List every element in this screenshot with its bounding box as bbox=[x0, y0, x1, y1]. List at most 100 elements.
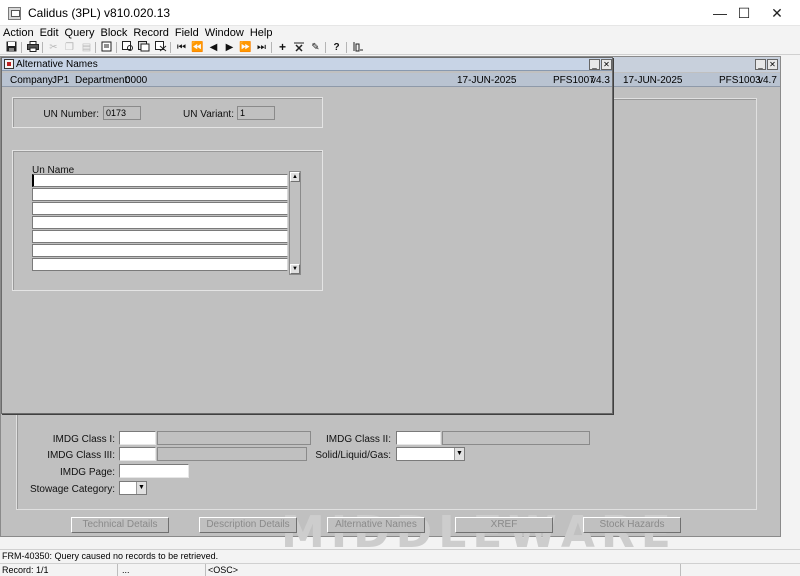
minimize-icon[interactable]: _ bbox=[755, 59, 766, 70]
solid-liquid-gas-select[interactable]: ▼ bbox=[396, 447, 465, 461]
toolbar-separator bbox=[170, 42, 171, 53]
minimize-icon[interactable]: _ bbox=[589, 59, 600, 70]
stock-hazards-button[interactable]: Stock Hazards bbox=[583, 517, 681, 533]
record-indicator: ... bbox=[118, 564, 206, 576]
menu-field[interactable]: Field bbox=[172, 26, 202, 40]
company-value: JP1 bbox=[52, 75, 70, 86]
delete-record-icon[interactable] bbox=[292, 41, 305, 54]
menu-help[interactable]: Help bbox=[247, 26, 276, 40]
department-label: Department: bbox=[75, 75, 131, 86]
department-value: 0000 bbox=[125, 75, 148, 86]
un-name-row[interactable] bbox=[32, 216, 288, 229]
previous-record-icon[interactable]: ◀ bbox=[207, 41, 220, 54]
close-icon[interactable]: ✕ bbox=[601, 59, 612, 70]
previous-block-icon[interactable]: ⏪ bbox=[191, 41, 204, 54]
form-date: 17-JUN-2025 bbox=[457, 75, 517, 86]
menu-edit[interactable]: Edit bbox=[37, 26, 62, 40]
xref-button[interactable]: XREF bbox=[455, 517, 553, 533]
un-number-label: UN Number: bbox=[43, 109, 99, 120]
app-icon bbox=[8, 7, 21, 20]
imdg-page-label: IMDG Page: bbox=[59, 467, 115, 478]
imdg-class-2-description bbox=[442, 431, 590, 445]
dialog-titlebar: Alternative Names _ ✕ bbox=[2, 58, 612, 71]
scroll-down-icon[interactable]: ▼ bbox=[290, 264, 300, 274]
un-name-row[interactable] bbox=[32, 202, 288, 215]
close-icon[interactable]: ✕ bbox=[754, 0, 800, 26]
window-titlebar: Calidus (3PL) v810.020.13 — ☐ ✕ bbox=[0, 0, 800, 26]
dialog-title: Alternative Names bbox=[16, 59, 98, 70]
record-count: Record: 1/1 bbox=[0, 564, 118, 576]
paste-icon[interactable]: ▤ bbox=[80, 41, 93, 54]
form-version: v4.3 bbox=[591, 75, 610, 86]
imdg-page-field[interactable] bbox=[119, 464, 189, 478]
toolbar-separator bbox=[95, 42, 96, 53]
menu-bar: Action Edit Query Block Record Field Win… bbox=[0, 26, 800, 40]
toolbar-separator bbox=[325, 42, 326, 53]
close-icon[interactable]: ✕ bbox=[767, 59, 778, 70]
save-icon[interactable] bbox=[5, 41, 18, 54]
imdg-class-3-field[interactable] bbox=[119, 447, 156, 461]
record-bar: Record: 1/1 ... <OSC> bbox=[0, 563, 800, 576]
un-variant-label: UN Variant: bbox=[183, 109, 234, 120]
keys-icon[interactable] bbox=[351, 41, 364, 54]
status-message: FRM-40350: Query caused no records to be… bbox=[0, 549, 800, 562]
next-block-icon[interactable]: ⏩ bbox=[239, 41, 252, 54]
menu-window[interactable]: Window bbox=[202, 26, 247, 40]
un-name-row[interactable] bbox=[32, 230, 288, 243]
imdg-class-3-label: IMDG Class III: bbox=[47, 450, 115, 461]
imdg-class-3-description bbox=[157, 447, 307, 461]
help-icon[interactable]: ? bbox=[330, 41, 343, 54]
imdg-class-1-description bbox=[157, 431, 311, 445]
print-icon[interactable] bbox=[26, 41, 39, 54]
description-details-button[interactable]: Description Details bbox=[199, 517, 297, 533]
menu-block[interactable]: Block bbox=[98, 26, 131, 40]
solid-liquid-gas-label: Solid/Liquid/Gas: bbox=[315, 450, 391, 461]
imdg-class-1-label: IMDG Class I: bbox=[52, 434, 115, 445]
cut-icon[interactable]: ✂ bbox=[47, 41, 60, 54]
menu-action[interactable]: Action bbox=[0, 26, 37, 40]
scroll-up-icon[interactable]: ▲ bbox=[290, 172, 300, 182]
dialog-infobar: Company: JP1 Department: 0000 17-JUN-202… bbox=[2, 73, 612, 87]
un-name-scrollbar[interactable]: ▲ ▼ bbox=[289, 171, 301, 275]
clear-icon[interactable] bbox=[100, 41, 113, 54]
window-title: Calidus (3PL) v810.020.13 bbox=[28, 6, 171, 20]
un-name-row[interactable] bbox=[32, 188, 288, 201]
toolbar-separator bbox=[21, 42, 22, 53]
next-record-icon[interactable]: ▶ bbox=[223, 41, 236, 54]
menu-query[interactable]: Query bbox=[62, 26, 98, 40]
company-label: Company: bbox=[10, 75, 56, 86]
imdg-class-2-field[interactable] bbox=[396, 431, 441, 445]
toolbar: ✂ ❐ ▤ ⏮ ⏪ ◀ ▶ ⏩ ⏭ + ✎ ? bbox=[0, 40, 800, 55]
last-record-icon[interactable]: ⏭ bbox=[255, 41, 268, 54]
un-variant-field: 1 bbox=[237, 106, 275, 120]
toolbar-separator bbox=[42, 42, 43, 53]
un-name-row[interactable] bbox=[32, 174, 288, 187]
imdg-class-1-field[interactable] bbox=[119, 431, 156, 445]
technical-details-button[interactable]: Technical Details bbox=[71, 517, 169, 533]
imdg-class-2-label: IMDG Class II: bbox=[325, 434, 391, 445]
toolbar-separator bbox=[116, 42, 117, 53]
form-date: 17-JUN-2025 bbox=[623, 75, 683, 86]
menu-record[interactable]: Record bbox=[130, 26, 171, 40]
alternative-names-dialog: Alternative Names _ ✕ Company: JP1 Depar… bbox=[1, 57, 613, 414]
copy-icon[interactable]: ❐ bbox=[63, 41, 76, 54]
enter-query-icon[interactable] bbox=[121, 41, 134, 54]
chevron-down-icon[interactable]: ▼ bbox=[136, 482, 146, 494]
un-name-row[interactable] bbox=[32, 258, 288, 271]
un-name-row[interactable] bbox=[32, 244, 288, 257]
form-icon bbox=[4, 59, 14, 69]
first-record-icon[interactable]: ⏮ bbox=[175, 41, 188, 54]
form-id: PFS1003 bbox=[719, 75, 761, 86]
execute-query-icon[interactable] bbox=[137, 41, 150, 54]
edit-icon[interactable]: ✎ bbox=[309, 41, 322, 54]
stowage-category-select[interactable]: ▼ bbox=[119, 481, 147, 495]
form-version: v4.7 bbox=[758, 75, 777, 86]
chevron-down-icon[interactable]: ▼ bbox=[454, 448, 464, 460]
insert-record-icon[interactable]: + bbox=[276, 41, 289, 54]
alternative-names-button[interactable]: Alternative Names bbox=[327, 517, 425, 533]
toolbar-separator bbox=[346, 42, 347, 53]
form-id: PFS1007 bbox=[553, 75, 595, 86]
cancel-query-icon[interactable] bbox=[154, 41, 167, 54]
toolbar-separator bbox=[271, 42, 272, 53]
un-number-field: 0173 bbox=[103, 106, 141, 120]
